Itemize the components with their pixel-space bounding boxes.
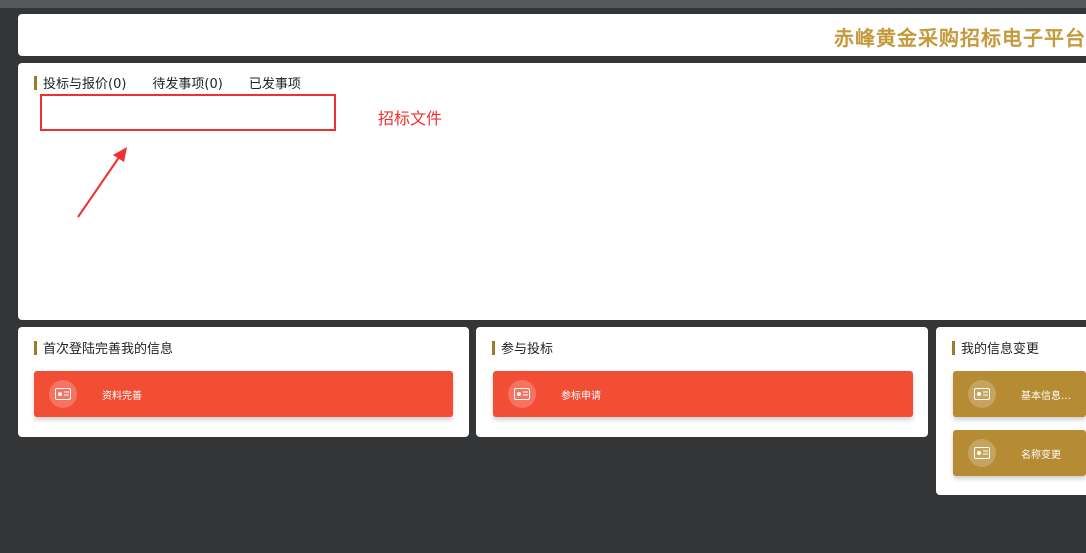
annotation-highlight-box xyxy=(40,94,336,131)
section-marker xyxy=(952,340,955,355)
button-label: 名称变更 xyxy=(1021,449,1061,461)
button-label: 基本信息… xyxy=(1021,390,1071,402)
id-card-icon xyxy=(968,439,996,467)
button-label: 参标申请 xyxy=(561,390,601,402)
basic-info-button[interactable]: 基本信息… xyxy=(953,371,1086,417)
top-strip xyxy=(0,0,1086,8)
section-marker xyxy=(492,340,495,355)
card-title-text: 参与投标 xyxy=(501,342,554,357)
tab-bids-quotes[interactable]: 投标与报价(0) xyxy=(43,73,126,92)
platform-title: 赤峰黄金采购招标电子平台 xyxy=(834,26,1086,50)
card-title-first-login: 首次登陆完善我的信息 xyxy=(34,338,173,357)
main-panel: 投标与报价(0) 待发事项(0) 已发事项 招标文件 xyxy=(18,63,1086,320)
button-label: 资料完善 xyxy=(102,390,142,402)
id-card-icon xyxy=(508,380,536,408)
card-title-text: 我的信息变更 xyxy=(961,342,1040,357)
card-bidding: 参与投标 参标申请 xyxy=(476,327,928,437)
name-change-button[interactable]: 名称变更 xyxy=(953,430,1086,476)
section-marker xyxy=(34,340,37,355)
annotation-arrow-icon xyxy=(77,147,127,218)
complete-profile-button[interactable]: 资料完善 xyxy=(34,371,453,417)
section-marker xyxy=(34,75,37,90)
card-title-info-change: 我的信息变更 xyxy=(952,338,1039,357)
card-title-bidding: 参与投标 xyxy=(492,338,553,357)
tab-pending-items[interactable]: 待发事项(0) xyxy=(152,73,222,92)
annotation-label: 招标文件 xyxy=(378,109,443,128)
header-bar: 赤峰黄金采购招标电子平台 xyxy=(18,14,1086,56)
bid-application-button[interactable]: 参标申请 xyxy=(493,371,913,417)
tab-bar: 投标与报价(0) 待发事项(0) 已发事项 xyxy=(34,73,327,92)
card-first-login: 首次登陆完善我的信息 资料完善 xyxy=(18,327,469,437)
id-card-icon xyxy=(968,380,996,408)
card-title-text: 首次登陆完善我的信息 xyxy=(43,342,174,357)
card-info-change: 我的信息变更 基本信息… 名称变更 xyxy=(936,327,1086,495)
tab-sent-items[interactable]: 已发事项 xyxy=(249,73,301,92)
id-card-icon xyxy=(49,380,77,408)
